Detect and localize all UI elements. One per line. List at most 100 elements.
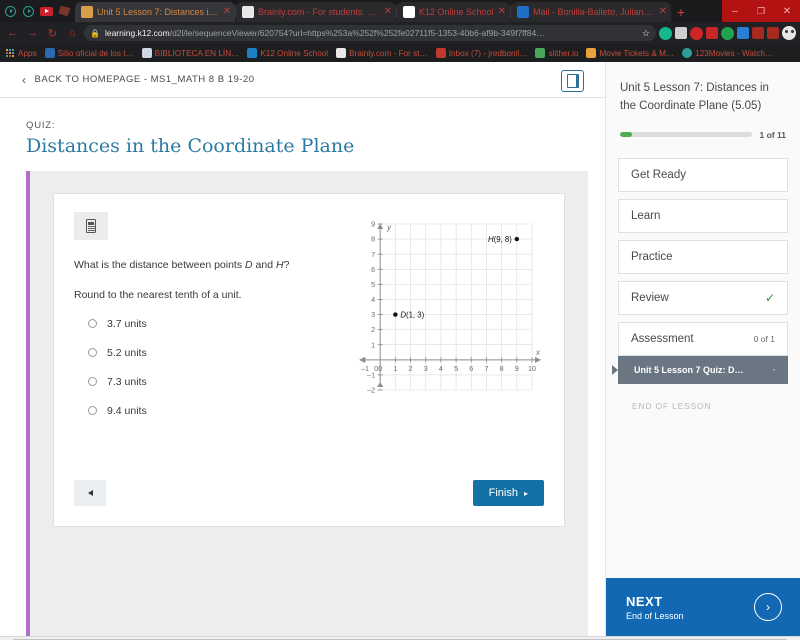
next-button[interactable]: NEXT End of Lesson › (606, 578, 800, 636)
lock-icon: 🔒 (90, 29, 100, 38)
extension-icon[interactable] (737, 27, 749, 39)
slither-icon (535, 48, 545, 58)
browser-tab[interactable]: Mail - Bonilla-Balleto, Julian (C… ✕ (511, 2, 671, 22)
close-button[interactable]: ✕ (774, 0, 800, 22)
address-input[interactable]: 🔒 learning.k12.com/d2l/le/sequenceViewer… (84, 25, 656, 41)
prompt-prefix: What is the distance between points (74, 259, 245, 271)
page-content: ‹ BACK TO HOMEPAGE - MS1_MATH 8 B 19-20 … (0, 62, 800, 636)
bookmark-star-icon[interactable]: ☆ (642, 28, 650, 39)
svg-text:H(9, 8): H(9, 8) (487, 235, 511, 244)
cast-icon[interactable] (752, 27, 764, 39)
bookmark-label: 123Movies - Watch… (695, 49, 773, 58)
chevron-right-icon: ▸ (524, 489, 528, 498)
sidebar-active-quiz-item[interactable]: Unit 5 Lesson 7 Quiz: D… · (618, 356, 788, 384)
fragment-icon[interactable] (56, 2, 73, 20)
bookmark-label: K12 Online School (260, 49, 328, 58)
svg-text:6: 6 (469, 364, 473, 373)
lesson-sidebar: Unit 5 Lesson 7: Distances in the Coordi… (605, 62, 800, 636)
close-icon[interactable]: ✕ (223, 7, 231, 17)
panel-toggle-icon[interactable] (561, 70, 584, 92)
svg-text:0: 0 (378, 364, 382, 373)
scroll-right-arrow-icon[interactable]: ▶ (787, 637, 800, 640)
scroll-left-arrow-icon[interactable]: ◀ (0, 637, 13, 640)
bookmark-item[interactable]: 123Movies - Watch… (682, 48, 773, 58)
sidebar-item-practice[interactable]: Practice (618, 240, 788, 274)
previous-button[interactable] (74, 480, 106, 506)
radio-icon[interactable] (88, 377, 97, 386)
svg-text:8: 8 (499, 364, 503, 373)
extension-icon[interactable] (690, 27, 703, 40)
back-to-homepage-link[interactable]: ‹ BACK TO HOMEPAGE - MS1_MATH 8 B 19-20 (22, 74, 255, 86)
maximize-button[interactable]: ❐ (748, 0, 774, 22)
svg-text:4: 4 (438, 364, 442, 373)
choice-option[interactable]: 3.7 units (88, 318, 336, 330)
browser-tab[interactable]: Brainly.com - For students. By… ✕ (236, 2, 396, 22)
browser-tab[interactable]: K12 Online School ✕ (397, 2, 510, 22)
forward-icon[interactable]: → (24, 25, 41, 42)
tab-title: Unit 5 Lesson 7: Distances in… (97, 7, 219, 17)
sidebar-item-review[interactable]: Review ✓ (618, 281, 788, 315)
list-icon[interactable] (767, 27, 779, 39)
window-controls: – ❐ ✕ (722, 0, 800, 22)
sidebar-item-assessment[interactable]: Assessment 0 of 1 (618, 322, 788, 356)
svg-text:1: 1 (393, 364, 397, 373)
quiz-content-area: What is the distance between points D an… (26, 171, 588, 636)
bookmark-item[interactable]: Sitio oficial de los t… (45, 48, 134, 58)
choice-option[interactable]: 9.4 units (88, 405, 336, 417)
svg-text:7: 7 (484, 364, 488, 373)
svg-text:0: 0 (374, 364, 378, 373)
choice-option[interactable]: 7.3 units (88, 376, 336, 388)
bookmark-item[interactable]: BIBLIOTECA EN LÍN… (142, 48, 240, 58)
point-d-label: D (245, 259, 253, 271)
next-text-group: NEXT End of Lesson (626, 594, 684, 621)
back-link-label: BACK TO HOMEPAGE - MS1_MATH 8 B 19-20 (35, 74, 255, 85)
next-title: NEXT (626, 594, 684, 609)
question-left-column: What is the distance between points D an… (74, 212, 336, 434)
radio-icon[interactable] (88, 319, 97, 328)
svg-text:5: 5 (371, 280, 375, 289)
tab-strip: Unit 5 Lesson 7: Distances in… ✕ Brainly… (0, 0, 800, 22)
extension-icon[interactable] (675, 27, 687, 39)
play-circle-icon[interactable] (2, 2, 19, 20)
progress-fill (620, 132, 632, 137)
sidebar-item-label: Learn (631, 210, 660, 222)
progress-label: 1 of 11 (760, 130, 786, 140)
radio-icon[interactable] (88, 406, 97, 415)
youtube-icon[interactable] (38, 2, 55, 20)
finish-button[interactable]: Finish ▸ (473, 480, 544, 506)
bookmark-item[interactable]: slither.io (535, 48, 578, 58)
bookmark-item[interactable]: Movie Tickets & M… (586, 48, 674, 58)
profile-avatar[interactable] (782, 26, 796, 40)
url-host: learning.k12.com (105, 28, 170, 38)
close-icon[interactable]: ✕ (498, 7, 506, 17)
back-icon[interactable]: ← (4, 25, 21, 42)
horizontal-scrollbar[interactable]: ◀ ▶ (0, 636, 800, 640)
address-bar-row: ← → ↻ ⌂ 🔒 learning.k12.com/d2l/le/sequen… (0, 22, 800, 44)
bookmark-label: BIBLIOTECA EN LÍN… (155, 49, 240, 58)
point-h-label: H (276, 259, 284, 271)
calculator-icon[interactable] (74, 212, 108, 240)
reload-icon[interactable]: ↻ (44, 25, 61, 42)
play-circle-icon[interactable] (20, 2, 37, 20)
choice-option[interactable]: 5.2 units (88, 347, 336, 359)
browser-tab[interactable]: Unit 5 Lesson 7: Distances in… ✕ (75, 2, 235, 22)
sidebar-item-label: Assessment (631, 333, 694, 345)
extension-icon[interactable] (659, 27, 672, 40)
minimize-button[interactable]: – (722, 0, 748, 22)
close-icon[interactable]: ✕ (659, 7, 667, 17)
extension-icon[interactable] (721, 27, 734, 40)
bookmark-item[interactable]: Brainly.com - For st… (336, 48, 428, 58)
close-icon[interactable]: ✕ (384, 7, 392, 17)
sidebar-item-learn[interactable]: Learn (618, 199, 788, 233)
radio-icon[interactable] (88, 348, 97, 357)
sidebar-item-get-ready[interactable]: Get Ready (618, 158, 788, 192)
question-body: What is the distance between points D an… (74, 212, 544, 434)
home-icon[interactable]: ⌂ (64, 25, 81, 42)
k12-badge-icon (247, 48, 257, 58)
bookmark-item[interactable]: Apps (5, 48, 37, 58)
extension-icon[interactable] (706, 27, 718, 39)
bookmark-item[interactable]: K12 Online School (247, 48, 328, 58)
content-topbar: ‹ BACK TO HOMEPAGE - MS1_MATH 8 B 19-20 (0, 62, 605, 98)
new-tab-button[interactable]: + (671, 2, 691, 22)
bookmark-item[interactable]: Inbox (7) - jredbonil… (436, 48, 528, 58)
